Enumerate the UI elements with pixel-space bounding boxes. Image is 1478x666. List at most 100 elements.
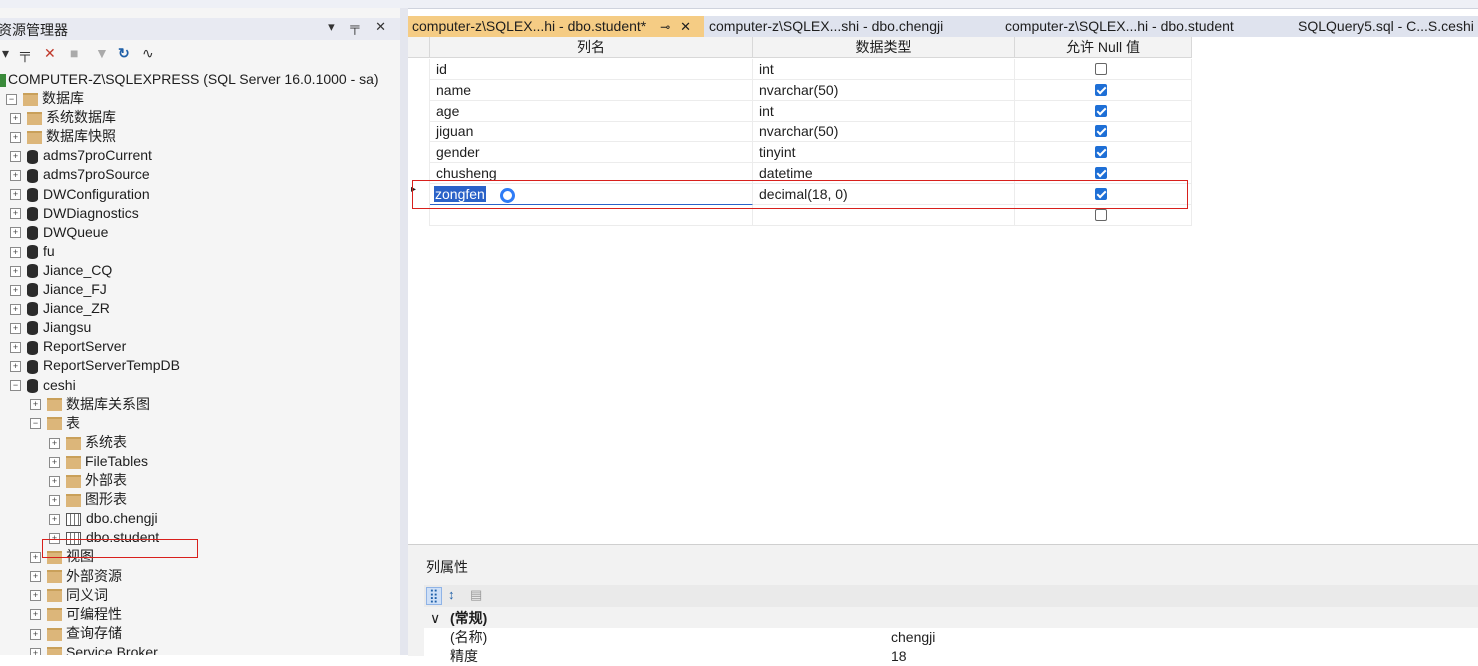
expand-icon[interactable]: + bbox=[30, 647, 41, 655]
row-selector[interactable] bbox=[408, 79, 430, 101]
expand-icon[interactable]: + bbox=[49, 494, 60, 506]
expand-icon[interactable]: + bbox=[30, 571, 41, 583]
tree-node[interactable]: + DWQueue bbox=[10, 223, 108, 242]
filter-icon[interactable]: ▼ bbox=[95, 45, 109, 61]
tab-student-design[interactable]: computer-z\SQLEX...hi - dbo.student bbox=[1005, 16, 1234, 37]
tree-node[interactable]: + 系统数据库 bbox=[10, 108, 116, 127]
allow-null-checkbox[interactable] bbox=[1095, 63, 1107, 75]
refresh-icon[interactable]: ↻ bbox=[118, 45, 130, 62]
row-selector[interactable] bbox=[408, 59, 430, 80]
tree-node[interactable]: − 表 bbox=[30, 414, 80, 433]
panel-window-buttons[interactable]: ▾ ╤ ✕ bbox=[328, 19, 392, 35]
expand-icon[interactable]: + bbox=[30, 399, 41, 411]
data-type-cell[interactable]: nvarchar(50) bbox=[753, 79, 1015, 101]
allow-null-checkbox[interactable] bbox=[1095, 125, 1107, 138]
designer-row[interactable]: id int bbox=[408, 59, 1192, 80]
allow-null-checkbox[interactable] bbox=[1095, 104, 1107, 117]
expand-icon[interactable]: + bbox=[10, 342, 21, 354]
activity-monitor-icon[interactable]: ∿ bbox=[142, 45, 154, 62]
collapse-icon[interactable]: − bbox=[30, 418, 41, 430]
tree-node[interactable]: + 外部表 bbox=[49, 471, 127, 490]
tree-node[interactable]: + fu bbox=[10, 242, 55, 261]
expand-icon[interactable]: + bbox=[10, 189, 21, 201]
row-selector[interactable] bbox=[408, 142, 430, 164]
tree-node[interactable]: + Jiance_ZR bbox=[10, 299, 110, 318]
tree-node[interactable]: + 数据库关系图 bbox=[30, 395, 150, 414]
designer-row[interactable]: gender tinyint bbox=[408, 142, 1192, 164]
tree-node[interactable]: + 查询存储 bbox=[30, 624, 122, 643]
tree-node[interactable]: + ReportServerTempDB bbox=[10, 356, 180, 375]
expand-icon[interactable]: + bbox=[10, 112, 21, 124]
tree-node[interactable]: + adms7proSource bbox=[10, 165, 150, 184]
tree-node[interactable]: + 外部资源 bbox=[30, 567, 122, 586]
expand-icon[interactable]: + bbox=[30, 552, 41, 564]
column-name-cell[interactable]: name bbox=[430, 79, 753, 101]
stop-icon[interactable]: ■ bbox=[70, 45, 78, 61]
tree-node[interactable]: − ceshi bbox=[10, 376, 76, 395]
tree-node[interactable]: + 图形表 bbox=[49, 490, 127, 509]
tree-node[interactable]: + DWDiagnostics bbox=[10, 204, 139, 223]
expand-icon[interactable]: + bbox=[10, 131, 21, 143]
tree-node[interactable]: + 同义词 bbox=[30, 586, 108, 605]
row-selector[interactable] bbox=[408, 100, 430, 122]
dropdown-icon[interactable]: ▾ bbox=[2, 45, 9, 62]
expand-icon[interactable]: + bbox=[30, 628, 41, 640]
tree-node[interactable]: + Service Broker bbox=[30, 643, 158, 655]
expand-icon[interactable]: + bbox=[49, 456, 60, 468]
panel-splitter[interactable] bbox=[400, 8, 408, 655]
tab-chengji-design[interactable]: computer-z\SQLEX...shi - dbo.chengji bbox=[709, 16, 943, 37]
expand-icon[interactable]: + bbox=[10, 361, 21, 373]
tree-node[interactable]: + 数据库快照 bbox=[10, 127, 116, 146]
collapse-icon[interactable]: − bbox=[6, 93, 17, 105]
expand-icon[interactable]: + bbox=[10, 151, 21, 163]
expand-icon[interactable]: + bbox=[10, 284, 21, 296]
expand-icon[interactable]: + bbox=[10, 322, 21, 334]
collapse-icon[interactable]: ∨ bbox=[430, 609, 440, 628]
tree-node[interactable]: + Jiance_CQ bbox=[10, 261, 112, 280]
allow-null-checkbox[interactable] bbox=[1095, 146, 1107, 159]
data-type-cell[interactable]: tinyint bbox=[753, 142, 1015, 164]
allow-null-checkbox[interactable] bbox=[1095, 208, 1107, 221]
tab-sqlquery5[interactable]: SQLQuery5.sql - C...S.ceshi ( bbox=[1298, 16, 1478, 37]
pin-icon[interactable]: ⊸ bbox=[660, 20, 670, 34]
expand-icon[interactable]: + bbox=[30, 590, 41, 602]
categorized-icon[interactable]: ⣿ bbox=[426, 587, 442, 605]
server-node[interactable]: COMPUTER-Z\SQLEXPRESS (SQL Server 16.0.1… bbox=[0, 70, 379, 89]
expand-icon[interactable]: + bbox=[30, 609, 41, 621]
disconnect-icon[interactable]: ✕ bbox=[44, 45, 56, 62]
tree-node[interactable]: + 可编程性 bbox=[30, 605, 122, 624]
column-name-cell[interactable]: age bbox=[430, 100, 753, 122]
allow-null-checkbox[interactable] bbox=[1095, 167, 1107, 179]
expand-icon[interactable]: + bbox=[10, 265, 21, 277]
property-pages-icon[interactable]: ▤ bbox=[470, 587, 482, 603]
column-name-cell[interactable]: gender bbox=[430, 142, 753, 164]
designer-row[interactable]: jiguan nvarchar(50) bbox=[408, 121, 1192, 143]
connect-icon[interactable]: ╤ bbox=[20, 45, 30, 61]
sort-alphabetical-icon[interactable]: ↕ bbox=[448, 587, 455, 602]
allow-null-checkbox[interactable] bbox=[1095, 83, 1107, 96]
expand-icon[interactable]: + bbox=[49, 513, 60, 525]
tree-node[interactable]: + FileTables bbox=[49, 452, 148, 471]
tab-student-design-modified[interactable]: computer-z\SQLEX...hi - dbo.student* ⊸ ✕ bbox=[408, 16, 704, 37]
tree-node[interactable]: + dbo.chengji bbox=[49, 509, 158, 528]
designer-row[interactable]: name nvarchar(50) bbox=[408, 79, 1192, 101]
expand-icon[interactable]: + bbox=[49, 475, 60, 487]
property-row-name[interactable]: (名称) chengji bbox=[424, 628, 1478, 647]
tree-node[interactable]: + Jiance_FJ bbox=[10, 280, 107, 299]
data-type-cell[interactable]: nvarchar(50) bbox=[753, 121, 1015, 143]
property-group-general[interactable]: ∨ (常规) bbox=[424, 609, 1478, 628]
property-row-precision[interactable]: 精度 18 bbox=[424, 647, 1478, 666]
close-icon[interactable]: ✕ bbox=[680, 19, 691, 34]
property-value[interactable]: 18 bbox=[891, 647, 907, 666]
tree-node[interactable]: + DWConfiguration bbox=[10, 185, 150, 204]
designer-row[interactable]: age int bbox=[408, 100, 1192, 122]
tree-node[interactable]: + ReportServer bbox=[10, 337, 126, 356]
expand-icon[interactable]: + bbox=[10, 170, 21, 182]
tree-node[interactable]: + Jiangsu bbox=[10, 318, 91, 337]
tree-node[interactable]: + adms7proCurrent bbox=[10, 146, 152, 165]
tree-node[interactable]: + 系统表 bbox=[49, 433, 127, 452]
tree-node[interactable]: − 数据库 bbox=[6, 89, 84, 108]
data-type-cell[interactable]: int bbox=[753, 100, 1015, 122]
row-selector[interactable] bbox=[408, 121, 430, 143]
expand-icon[interactable]: + bbox=[10, 227, 21, 239]
